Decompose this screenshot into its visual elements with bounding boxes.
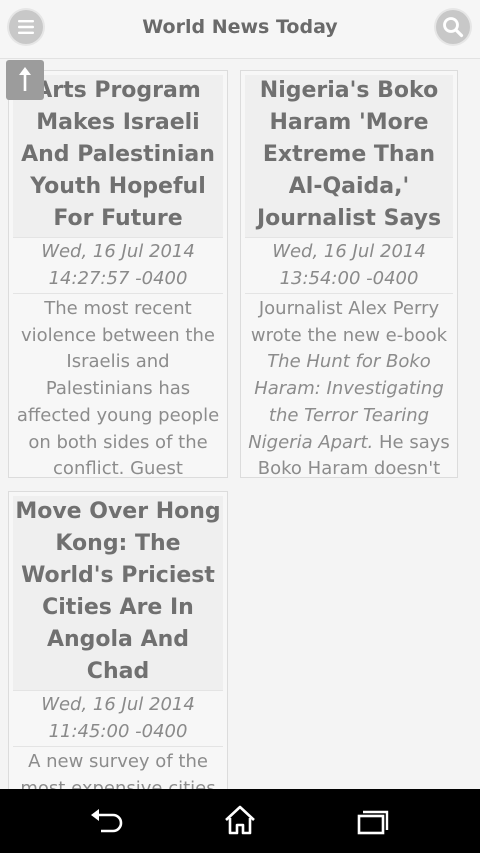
article-title[interactable]: Arts Program Makes Israeli And Palestini…	[13, 75, 223, 237]
article-title[interactable]: Nigeria's Boko Haram 'More Extreme Than …	[245, 75, 453, 237]
article-card[interactable]: Move Over Hong Kong: The World's Pricies…	[8, 491, 228, 803]
article-date: Wed, 16 Jul 2014 13:54:00 -0400	[245, 237, 453, 294]
search-button[interactable]	[436, 10, 470, 44]
recent-apps-icon	[357, 810, 389, 835]
article-date: Wed, 16 Jul 2014 11:45:00 -0400	[13, 690, 223, 747]
scroll-to-top-button[interactable]	[6, 60, 44, 100]
search-icon	[443, 17, 464, 38]
article-date-time: 14:27:57 -0400	[48, 267, 188, 289]
article-card[interactable]: Nigeria's Boko Haram 'More Extreme Than …	[240, 70, 458, 478]
article-summary: Journalist Alex Perry wrote the new e-bo…	[245, 296, 453, 477]
home-icon	[225, 805, 255, 835]
back-button[interactable]	[87, 803, 127, 839]
page-title: World News Today	[142, 16, 338, 38]
article-date-day: Wed, 16 Jul 2014	[41, 694, 195, 715]
recent-apps-button[interactable]	[353, 803, 393, 839]
article-date: Wed, 16 Jul 2014 14:27:57 -0400	[13, 237, 223, 294]
back-icon	[91, 809, 123, 833]
article-card[interactable]: Arts Program Makes Israeli And Palestini…	[8, 70, 228, 478]
home-button[interactable]	[220, 803, 260, 839]
app-screen: World News Today Arts Program Makes Isra…	[0, 0, 480, 853]
article-date-time: 13:54:00 -0400	[279, 267, 419, 289]
article-date-day: Wed, 16 Jul 2014	[272, 241, 426, 262]
summary-text: Journalist Alex Perry wrote the new e-bo…	[250, 298, 448, 346]
article-date-time: 11:45:00 -0400	[48, 720, 188, 742]
article-summary: The most recent violence between the Isr…	[16, 298, 220, 478]
app-header: World News Today	[0, 0, 480, 59]
system-navigation-bar	[0, 789, 480, 853]
article-date-day: Wed, 16 Jul 2014	[41, 241, 195, 262]
article-title[interactable]: Move Over Hong Kong: The World's Pricies…	[13, 496, 223, 690]
arrow-up-icon	[19, 67, 31, 91]
